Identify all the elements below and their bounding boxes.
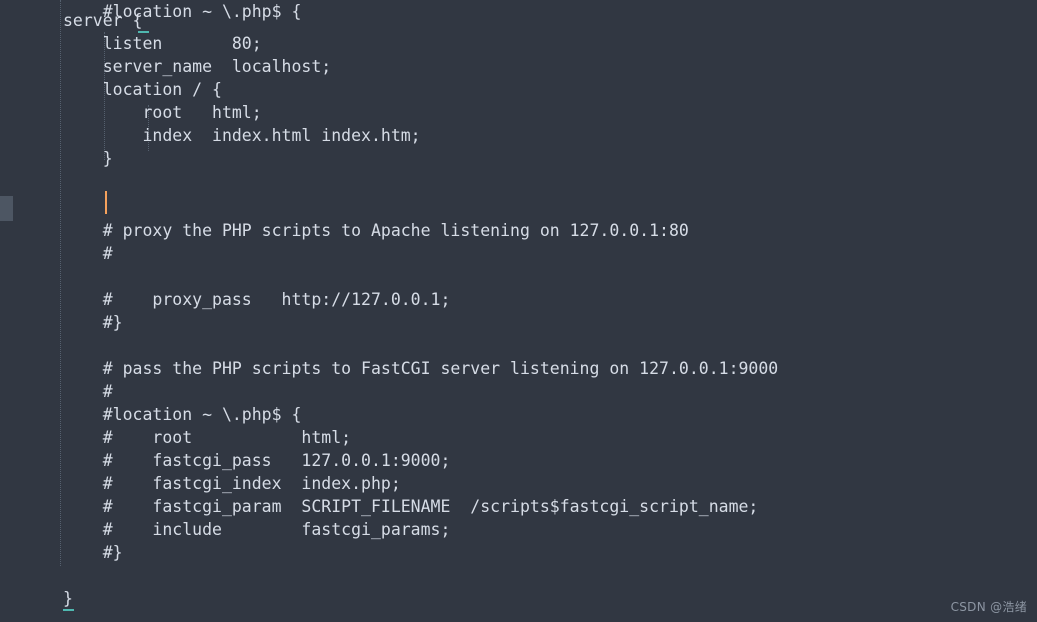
code-line[interactable]: listen 80; (0, 32, 1037, 55)
code-line[interactable]: # proxy the PHP scripts to Apache listen… (0, 219, 1037, 242)
code-line[interactable]: } (0, 147, 1037, 170)
code-editor: server { listen 80; server_name localhos… (0, 0, 1037, 622)
code-line[interactable]: # include fastcgi_params; (0, 518, 1037, 541)
code-line[interactable]: # fastcgi_index index.php; (0, 472, 1037, 495)
code-line[interactable]: server_name localhost; (0, 55, 1037, 78)
code-line[interactable]: index index.html index.htm; (0, 124, 1037, 147)
bracket-match-underline-open (138, 31, 149, 33)
code-line[interactable] (0, 191, 1037, 214)
scrollbar-thumb[interactable] (0, 196, 13, 221)
vertical-scrollbar[interactable] (0, 0, 13, 622)
code-line[interactable] (0, 564, 1037, 587)
code-line[interactable]: #} (0, 541, 1037, 564)
watermark: CSDN @浩绪 (950, 600, 1027, 614)
code-line[interactable]: #location ~ \.php$ { (0, 403, 1037, 426)
code-line[interactable]: location / { (0, 78, 1037, 101)
code-line[interactable]: # root html; (0, 426, 1037, 449)
text-cursor (105, 191, 107, 214)
code-line[interactable]: #} (0, 311, 1037, 334)
code-surface[interactable]: server { listen 80; server_name localhos… (0, 0, 1037, 622)
code-line[interactable] (0, 334, 1037, 357)
code-line[interactable]: # (0, 242, 1037, 265)
code-line[interactable]: } (0, 587, 1037, 610)
code-line[interactable]: # proxy_pass http://127.0.0.1; (0, 288, 1037, 311)
bracket-match-underline-close (63, 609, 74, 611)
code-line[interactable]: root html; (0, 101, 1037, 124)
code-line[interactable]: # (0, 380, 1037, 403)
code-line[interactable]: # fastcgi_param SCRIPT_FILENAME /scripts… (0, 495, 1037, 518)
code-line[interactable] (0, 170, 1037, 193)
code-line[interactable]: # fastcgi_pass 127.0.0.1:9000; (0, 449, 1037, 472)
code-line[interactable]: # pass the PHP scripts to FastCGI server… (0, 357, 1037, 380)
code-line[interactable]: #location ~ \.php$ { (0, 0, 1037, 23)
